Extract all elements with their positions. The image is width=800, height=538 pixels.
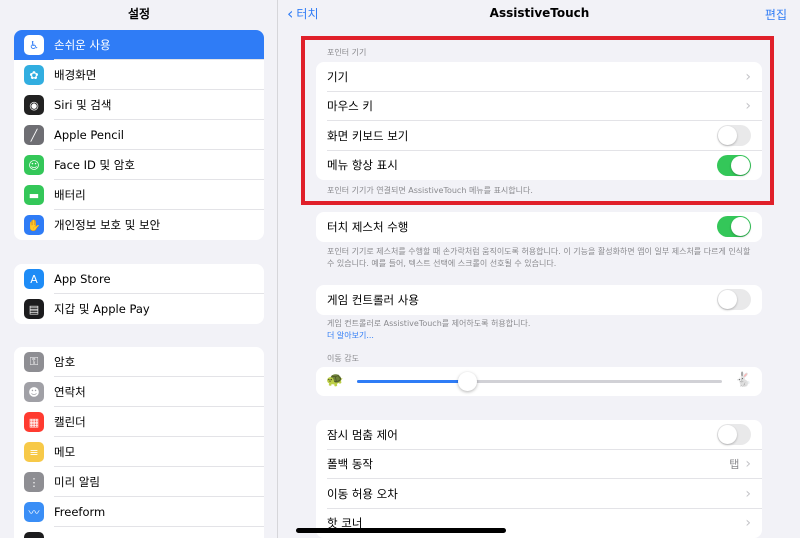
sidebar-item[interactable]: ◉ Siri 및 검색 — [14, 90, 264, 120]
dwell-row-label: 폴백 동작 — [327, 457, 373, 472]
sidebar-item[interactable]: 〰 Freeform — [14, 497, 264, 527]
sidebar-item-label: Freeform — [54, 505, 106, 519]
dwell-card: 잠시 멈춤 제어 폴백 동작 탭 › 이동 허용 오차 › 핫 코너 › — [316, 420, 762, 538]
appstore-icon: A — [24, 269, 44, 289]
sidebar-item-label: 배터리 — [54, 188, 86, 202]
learn-more-link[interactable]: 더 알아보기... — [327, 330, 757, 342]
sidebar-item[interactable]: ✋ 개인정보 보호 및 보안 — [14, 210, 264, 240]
sidebar-item-label: 메모 — [54, 445, 76, 459]
slider-fill — [357, 380, 467, 383]
key-icon: ⚿ — [24, 352, 44, 372]
sidebar-item[interactable]: A App Store — [14, 264, 264, 294]
sidebar-item-label: Face ID 및 암호 — [54, 158, 135, 172]
sidebar-item-label: 미리 알림 — [54, 475, 100, 489]
rabbit-icon: 🐇 — [734, 372, 752, 388]
dwell-row[interactable]: 이동 허용 오차 › — [316, 479, 762, 509]
sidebar-group-store: A App Store ▤ 지갑 및 Apple Pay — [14, 264, 264, 324]
perform-touch-gestures-toggle[interactable] — [717, 216, 751, 238]
privacy-hand-icon: ✋ — [24, 215, 44, 235]
sidebar-item[interactable]: ▤ 지갑 및 Apple Pay — [14, 294, 264, 324]
dwell-row[interactable]: 핫 코너 › — [316, 509, 762, 538]
dwell-row-label: 잠시 멈춤 제어 — [327, 427, 398, 442]
notes-icon: ≡ — [24, 442, 44, 462]
game-controller-card: 게임 컨트롤러 사용 — [316, 285, 762, 315]
sidebar-group-apps: ⚿ 암호 ☻ 연락처 ▦ 캘린더 ≡ 메모 ⋮ 미리 알림 〰 Freeform — [14, 347, 264, 538]
sidebar-item[interactable]: ⋮ 미리 알림 — [14, 467, 264, 497]
chevron-right-icon: › — [745, 485, 751, 502]
sidebar-item-label: 지갑 및 Apple Pay — [54, 302, 150, 316]
game-controller-footer-text: 게임 컨트롤러로 AssistiveTouch를 제어하도록 허용합니다. — [327, 319, 531, 328]
game-controller-label: 게임 컨트롤러 사용 — [327, 292, 419, 307]
sidebar-item[interactable]: ♿ 손쉬운 사용 — [14, 30, 264, 60]
battery-icon: ▬ — [24, 185, 44, 205]
sidebar-item[interactable]: ▬ 배터리 — [14, 180, 264, 210]
movement-sensitivity-header: 이동 감도 — [327, 354, 359, 363]
sidebar-group-system: ♿ 손쉬운 사용 ✿ 배경화면 ◉ Siri 및 검색 ╱ Apple Pencil ☺ Face… — [14, 30, 264, 240]
page-title: AssistiveTouch — [489, 6, 590, 20]
sidebar-item[interactable]: ✿ 배경화면 — [14, 60, 264, 90]
highlight-box — [301, 36, 774, 205]
sidebar-item[interactable]: ☻ 연락처 — [14, 377, 264, 407]
sidebar: 설정 ♿ 손쉬운 사용 ✿ 배경화면 ◉ Siri 및 검색 ╱ Apple Pencil ☺ F… — [0, 0, 278, 538]
sidebar-item[interactable]: ╱ Apple Pencil — [14, 120, 264, 150]
toggle-knob — [731, 217, 750, 237]
sidebar-item-label: Apple Pencil — [54, 128, 124, 142]
dwell-row[interactable]: 잠시 멈춤 제어 — [316, 420, 762, 450]
home-indicator — [296, 528, 506, 533]
dwell-row[interactable]: 폴백 동작 탭 › — [316, 450, 762, 480]
wallet-icon: ▤ — [24, 299, 44, 319]
wallpaper-icon: ✿ — [24, 65, 44, 85]
sidebar-title: 설정 — [127, 7, 151, 21]
dwell-row-label: 이동 허용 오차 — [327, 486, 398, 501]
sidebar-item[interactable]: ▦ 캘린더 — [14, 407, 264, 437]
faceid-icon: ☺ — [24, 155, 44, 175]
sidebar-item-label: 개인정보 보호 및 보안 — [54, 218, 161, 232]
game-controller-toggle[interactable] — [717, 289, 751, 311]
slider-thumb[interactable] — [457, 372, 477, 391]
perform-touch-gestures-row[interactable]: 터치 제스처 수행 — [316, 212, 762, 242]
dwell-row-detail: 탭 — [729, 458, 740, 472]
sidebar-item-label: 연락처 — [54, 385, 86, 399]
pencil-icon: ╱ — [24, 125, 44, 145]
movement-sensitivity-slider[interactable] — [357, 372, 722, 391]
toggle-knob — [718, 290, 737, 310]
game-controller-footer: 게임 컨트롤러로 AssistiveTouch를 제어하도록 허용합니다. 더 … — [327, 318, 757, 342]
navigation-bar: ‹ 터치 AssistiveTouch 편집 — [279, 0, 800, 28]
partial-icon — [24, 532, 44, 538]
sidebar-item[interactable]: ⚿ 암호 — [14, 347, 264, 377]
sidebar-item-label: App Store — [54, 272, 111, 286]
calendar-icon: ▦ — [24, 412, 44, 432]
sidebar-item-label: Siri 및 검색 — [54, 98, 112, 112]
sidebar-item[interactable]: ☺ Face ID 및 암호 — [14, 150, 264, 180]
sidebar-item-label: 배경화면 — [54, 68, 97, 82]
turtle-icon: 🐢 — [326, 372, 344, 388]
sidebar-item[interactable] — [14, 527, 264, 538]
dwell-toggle[interactable] — [717, 424, 751, 446]
siri-icon: ◉ — [24, 95, 44, 115]
contacts-icon: ☻ — [24, 382, 44, 402]
accessibility-icon: ♿ — [24, 35, 44, 55]
sidebar-item-label: 암호 — [54, 355, 76, 369]
sidebar-item-label: 손쉬운 사용 — [54, 38, 111, 52]
sidebar-item-label: 캘린더 — [54, 415, 86, 429]
toggle-knob — [718, 425, 737, 445]
perform-touch-gestures-label: 터치 제스처 수행 — [327, 219, 409, 234]
movement-sensitivity-card: 🐢 🐇 — [316, 367, 762, 396]
gestures-footer: 포인터 기기로 제스처를 수행할 때 손가락처럼 움직이도록 허용합니다. 이 … — [327, 247, 751, 268]
freeform-icon: 〰 — [24, 502, 44, 522]
game-controller-row[interactable]: 게임 컨트롤러 사용 — [316, 285, 762, 315]
sidebar-item[interactable]: ≡ 메모 — [14, 437, 264, 467]
reminders-icon: ⋮ — [24, 472, 44, 492]
edit-button[interactable]: 편집 — [765, 6, 787, 23]
chevron-right-icon: › — [745, 515, 751, 532]
gestures-card: 터치 제스처 수행 — [316, 212, 762, 242]
chevron-right-icon: › — [745, 456, 751, 473]
